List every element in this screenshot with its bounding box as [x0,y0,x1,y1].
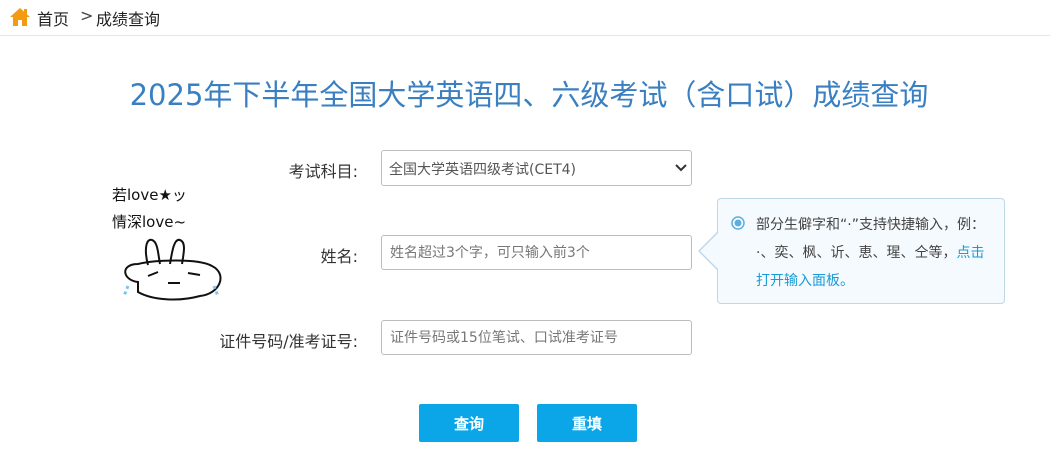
subject-select[interactable]: 全国大学英语四级考试(CET4) [381,150,692,186]
chevron-down-icon [675,164,687,172]
doodle-line-2: 情深love~ [112,213,186,231]
breadcrumb-current: 成绩查询 [96,10,161,29]
tooltip-message: 部分生僻字和“·”支持快捷输入，例：·、奕、枫、䜣、恵、瑆、仝等， [756,217,978,261]
info-radio-icon [731,216,745,230]
breadcrumb: 首页 > 成绩查询 [0,0,1050,36]
tooltip-arrow-fill [700,233,718,269]
subject-label: 考试科目: [288,162,358,181]
breadcrumb-home-link[interactable]: 首页 [37,6,69,30]
home-icon[interactable] [9,7,31,27]
tooltip-text: 部分生僻字和“·”支持快捷输入，例：·、奕、枫、䜣、恵、瑆、仝等，点击打开输入面… [756,211,992,295]
id-number-label: 证件号码/准考证号: [219,332,358,351]
name-input[interactable] [381,235,692,270]
page-title: 2025年下半年全国大学英语四、六级考试（含口试）成绩查询 [129,78,929,112]
id-number-input[interactable] [381,320,692,355]
breadcrumb-separator: > [80,6,94,25]
subject-selected-value: 全国大学英语四级考试(CET4) [389,162,577,178]
reset-button[interactable]: 重填 [537,404,637,442]
query-button[interactable]: 查询 [419,404,519,442]
name-label: 姓名: [320,247,358,266]
doodle-line-1: 若love★ッ [112,186,187,204]
